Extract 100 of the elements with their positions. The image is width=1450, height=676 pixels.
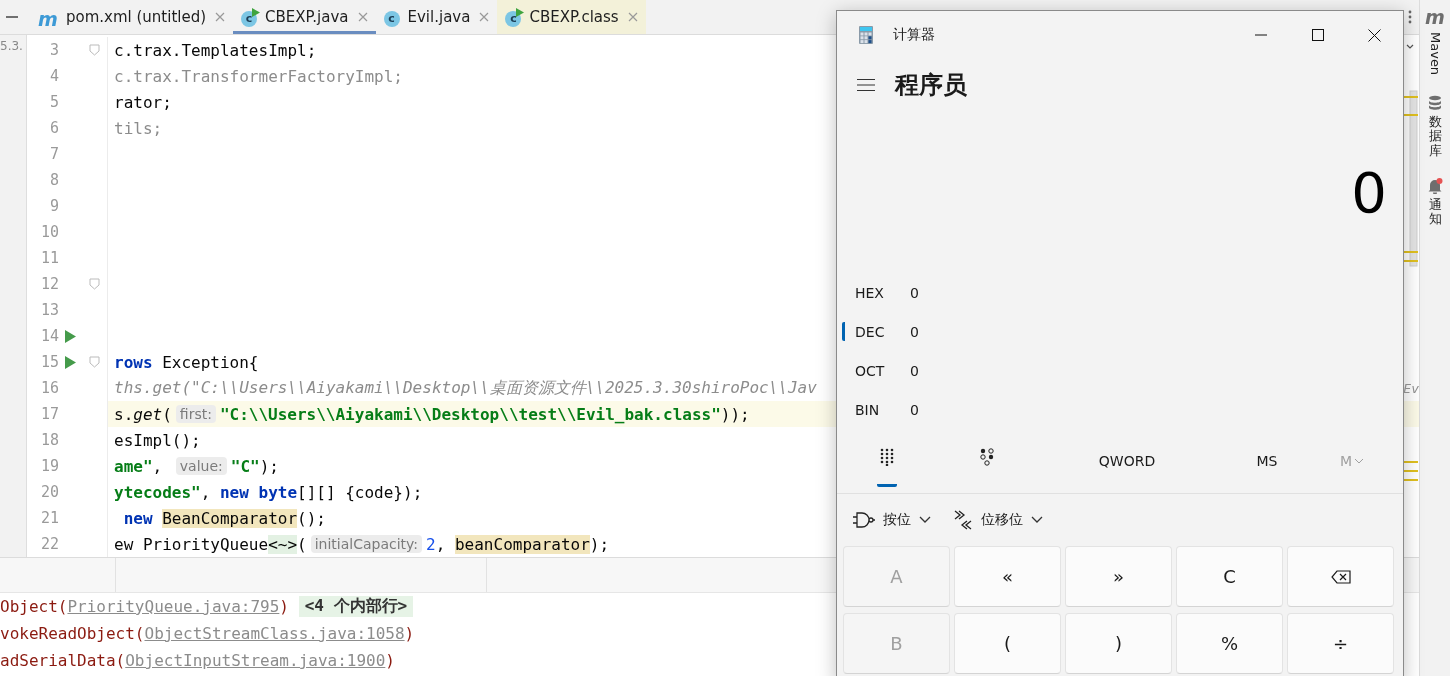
tool-window-button[interactable]: 通知 — [1428, 198, 1442, 227]
calculator-key[interactable]: ) — [1065, 613, 1172, 674]
result-display: 0 — [1351, 159, 1387, 225]
code-text: Exception{ — [161, 352, 259, 372]
code-text: c.trax.TransformerFactoryImpl; — [114, 66, 403, 86]
chevron-icon — [1354, 458, 1365, 464]
code-text: 2 — [426, 534, 436, 554]
code-text: esImpl(); — [114, 430, 201, 450]
calculator-icon — [859, 26, 873, 44]
minimize-icon — [1254, 34, 1267, 36]
code-text: [][] {code}); — [297, 482, 423, 502]
line-number: 11 — [39, 249, 59, 267]
line-number: 14 — [39, 327, 59, 345]
code-text: Ev — [1403, 380, 1419, 396]
editor-tab[interactable]: c CBEXP.java — [233, 0, 376, 34]
code-text: ame" — [114, 456, 153, 476]
tool-window-button[interactable]: Maven — [1427, 32, 1443, 76]
file-type-icon: c — [383, 10, 400, 27]
line-number: 9 — [48, 197, 59, 215]
code-text: beanComparator — [454, 534, 590, 554]
line-number: 22 — [39, 535, 59, 553]
code-text: get — [133, 404, 163, 424]
line-number: 18 — [39, 431, 59, 449]
console-text: ) — [279, 597, 290, 616]
code-text: ths.get("C:\\Users\\Aiyakami\\Desktop\\桌面资源文件\\2025.3.30shiroPoc\\Jav — [114, 377, 817, 399]
keypad-icon — [880, 447, 894, 466]
dropdown-button[interactable]: 位移位 — [949, 506, 1047, 534]
line-number: 20 — [39, 483, 59, 501]
code-text: )); — [720, 404, 750, 424]
chevron-icon — [1031, 516, 1043, 524]
console-text: adSerialData( — [0, 651, 126, 670]
line-number: 4 — [48, 67, 59, 85]
window-title: 计算器 — [893, 26, 936, 44]
tool-window-button[interactable]: 数据库 — [1428, 115, 1442, 158]
close-icon[interactable] — [215, 12, 226, 22]
code-text: , — [435, 534, 447, 554]
console-text: vokeReadObject( — [0, 624, 145, 643]
run-icon[interactable] — [64, 355, 76, 369]
line-number: 3 — [48, 41, 59, 59]
line-number: 13 — [39, 301, 59, 319]
calculator-key[interactable]: % — [1176, 613, 1283, 674]
code-text: BeanComparator — [162, 508, 298, 528]
radix-row[interactable]: HEX 0 — [842, 283, 1403, 302]
line-number: 19 — [39, 457, 59, 475]
file-type-icon: m — [38, 10, 58, 27]
code-text: c.trax.TemplatesImpl; — [114, 40, 317, 60]
editor-tab[interactable]: c Evil.java — [375, 0, 498, 34]
bit-dots-icon — [980, 447, 994, 466]
code-text: new byte — [219, 482, 298, 502]
code-text: (); — [297, 508, 326, 528]
code-text: ytecodes" — [114, 482, 201, 502]
menu-icon — [857, 78, 875, 92]
calculator-key[interactable]: « — [954, 546, 1061, 607]
line-number: 7 — [48, 145, 59, 163]
radix-row[interactable]: BIN 0 — [842, 400, 1403, 419]
line-number: 10 — [39, 223, 59, 241]
calculator-key[interactable]: » — [1065, 546, 1172, 607]
line-number: 16 — [39, 379, 59, 397]
shift-arrows-icon — [953, 510, 973, 530]
folded-frames-badge[interactable]: <4 个内部行> — [298, 596, 414, 617]
calculator-key[interactable]: C — [1176, 546, 1283, 607]
console-text: Object( — [0, 597, 68, 616]
code-text: ( — [297, 534, 307, 554]
line-number: 5 — [48, 93, 59, 111]
code-text: "C:\\Users\\Aiyakami\\Desktop\\test\\Evil_bak.class" — [219, 404, 721, 424]
run-icon[interactable] — [64, 329, 76, 343]
radix-row[interactable]: DEC 0 — [842, 322, 1403, 341]
fold-icon[interactable] — [88, 356, 100, 368]
line-number: 6 — [48, 119, 59, 137]
inlay-hint: value: — [175, 457, 227, 475]
fold-icon[interactable] — [88, 44, 100, 56]
code-text: <~> — [268, 534, 298, 554]
run-badge-icon — [251, 7, 261, 17]
close-icon — [1368, 28, 1381, 42]
file-type-icon: c — [241, 10, 258, 27]
more-icon[interactable] — [1407, 9, 1413, 25]
code-text: new — [122, 508, 154, 528]
memory-button[interactable]: MS — [1217, 441, 1317, 481]
editor-tab[interactable]: c CBEXP.class — [497, 0, 646, 34]
calculator-key[interactable]: ( — [954, 613, 1061, 674]
close-icon[interactable] — [627, 12, 638, 22]
inlay-hint: initialCapacity: — [310, 535, 423, 553]
editor-tab[interactable]: m pom.xml (untitled) — [30, 0, 234, 34]
backspace-button[interactable] — [1287, 546, 1394, 607]
close-icon[interactable] — [479, 12, 490, 22]
calculator-key[interactable]: ÷ — [1287, 613, 1394, 674]
dropdown-button[interactable]: 按位 — [849, 507, 935, 533]
fold-icon[interactable] — [88, 278, 100, 290]
maximize-icon — [1311, 29, 1324, 41]
line-number: 17 — [39, 405, 59, 423]
code-text: "C" — [230, 456, 260, 476]
mode-title: 程序员 — [895, 70, 967, 101]
word-size-button[interactable]: QWORD — [1037, 441, 1217, 481]
menu-button[interactable] — [857, 78, 875, 92]
close-icon[interactable] — [357, 12, 368, 22]
code-text: ( — [162, 404, 172, 424]
radix-row[interactable]: OCT 0 — [842, 361, 1403, 380]
line-number: 8 — [48, 171, 59, 189]
inlay-hint: first: — [175, 405, 216, 423]
line-number: 15 — [39, 353, 59, 371]
